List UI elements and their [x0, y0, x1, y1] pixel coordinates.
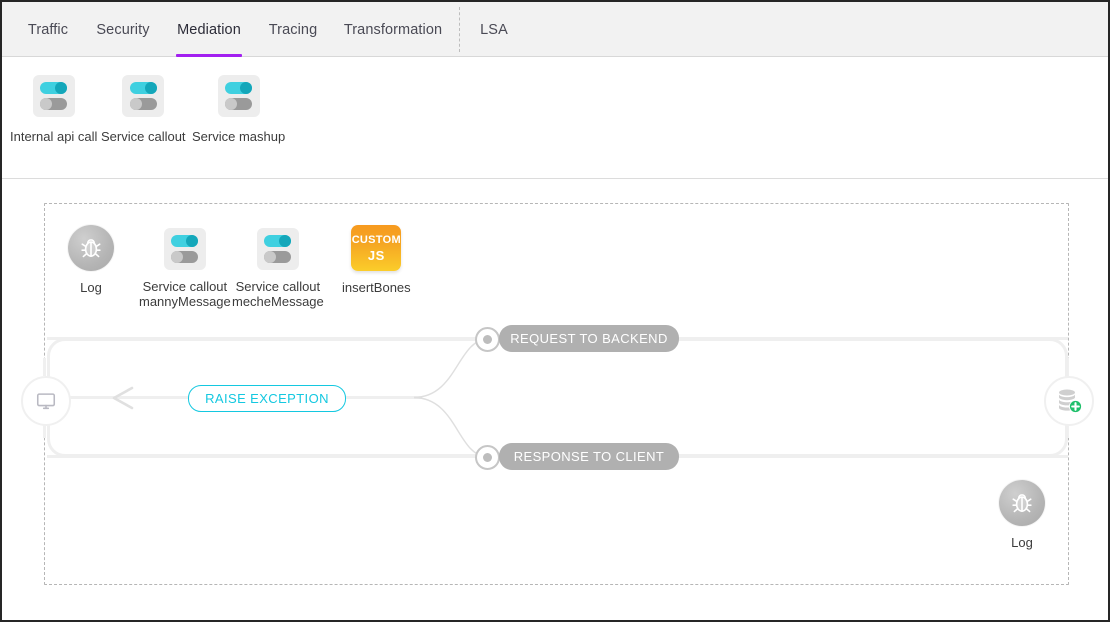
flow-node-label: Log	[80, 280, 102, 295]
flow-node-insertbones[interactable]: CUSTOM JS insertBones	[342, 225, 411, 295]
switch-knob	[40, 98, 52, 110]
switch-knob	[145, 82, 157, 94]
palette-item-label: Internal api call	[10, 129, 97, 144]
palette-item-label: Service callout	[101, 129, 186, 144]
toggle-icon	[122, 75, 164, 117]
flow-canvas[interactable]: Log Service callout mannyMessage Service…	[2, 180, 1108, 620]
bug-icon	[999, 480, 1045, 526]
switch-on-track	[264, 235, 291, 247]
switch-knob	[240, 82, 252, 94]
flow-node-label: Service callout mecheMessage	[232, 279, 324, 309]
switch-knob	[279, 235, 291, 247]
switch-knob	[264, 251, 276, 263]
toggle-icon	[218, 75, 260, 117]
pill-response-to-client[interactable]: RESPONSE TO CLIENT	[499, 443, 679, 470]
palette-item-service-mashup[interactable]: Service mashup	[192, 75, 285, 144]
toggle-icon	[33, 75, 75, 117]
custom-js-line1: CUSTOM	[352, 235, 401, 246]
flow-node-label: Service callout mannyMessage	[139, 279, 231, 309]
custom-js-line2: JS	[368, 249, 385, 262]
toggle-icon	[257, 228, 299, 270]
switch-knob	[186, 235, 198, 247]
switch-on-track	[225, 82, 252, 94]
mediation-policy-editor: Traffic Security Mediation Tracing Trans…	[0, 0, 1110, 622]
switch-knob	[225, 98, 237, 110]
flow-node-log-response[interactable]: Log	[999, 480, 1045, 550]
switch-off-track	[40, 98, 67, 110]
switch-off-track	[171, 251, 198, 263]
branch-dot-center	[483, 453, 492, 462]
pill-request-to-backend[interactable]: REQUEST TO BACKEND	[499, 325, 679, 352]
switch-on-track	[130, 82, 157, 94]
database-add-icon	[1053, 385, 1085, 417]
branch-dot-center	[483, 335, 492, 344]
backend-endpoint[interactable]	[1044, 376, 1094, 426]
switch-knob	[130, 98, 142, 110]
response-branch-dot[interactable]	[475, 445, 500, 470]
component-palette: Internal api call Service callout Servic…	[2, 58, 1108, 179]
toggle-icon	[164, 228, 206, 270]
bug-icon	[68, 225, 114, 271]
monitor-icon	[35, 390, 57, 412]
pill-raise-exception[interactable]: RAISE EXCEPTION	[188, 385, 346, 412]
request-branch-dot[interactable]	[475, 327, 500, 352]
switch-off-track	[225, 98, 252, 110]
custom-js-icon: CUSTOM JS	[351, 225, 401, 271]
tab-lsa[interactable]: LSA	[476, 2, 512, 57]
switch-knob	[55, 82, 67, 94]
switch-off-track	[130, 98, 157, 110]
flow-node-service-callout-mannymessage[interactable]: Service callout mannyMessage	[139, 228, 231, 309]
client-endpoint[interactable]	[21, 376, 71, 426]
switch-on-track	[40, 82, 67, 94]
flow-node-label: insertBones	[342, 280, 411, 295]
palette-item-label: Service mashup	[192, 129, 285, 144]
palette-item-internal-api-call[interactable]: Internal api call	[10, 75, 97, 144]
main-tab-bar: Traffic Security Mediation Tracing Trans…	[2, 2, 1108, 57]
tab-traffic[interactable]: Traffic	[20, 2, 76, 57]
switch-off-track	[264, 251, 291, 263]
switch-knob	[171, 251, 183, 263]
switch-on-track	[171, 235, 198, 247]
tab-transformation[interactable]: Transformation	[334, 2, 452, 57]
flow-node-service-callout-mechemessage[interactable]: Service callout mecheMessage	[232, 228, 324, 309]
tab-tracing[interactable]: Tracing	[262, 2, 324, 57]
tab-mediation[interactable]: Mediation	[168, 2, 250, 57]
flow-node-label: Log	[1011, 535, 1033, 550]
tab-security[interactable]: Security	[88, 2, 158, 57]
tab-group-divider	[459, 7, 460, 52]
palette-item-service-callout[interactable]: Service callout	[101, 75, 186, 144]
flow-node-log[interactable]: Log	[68, 225, 114, 295]
